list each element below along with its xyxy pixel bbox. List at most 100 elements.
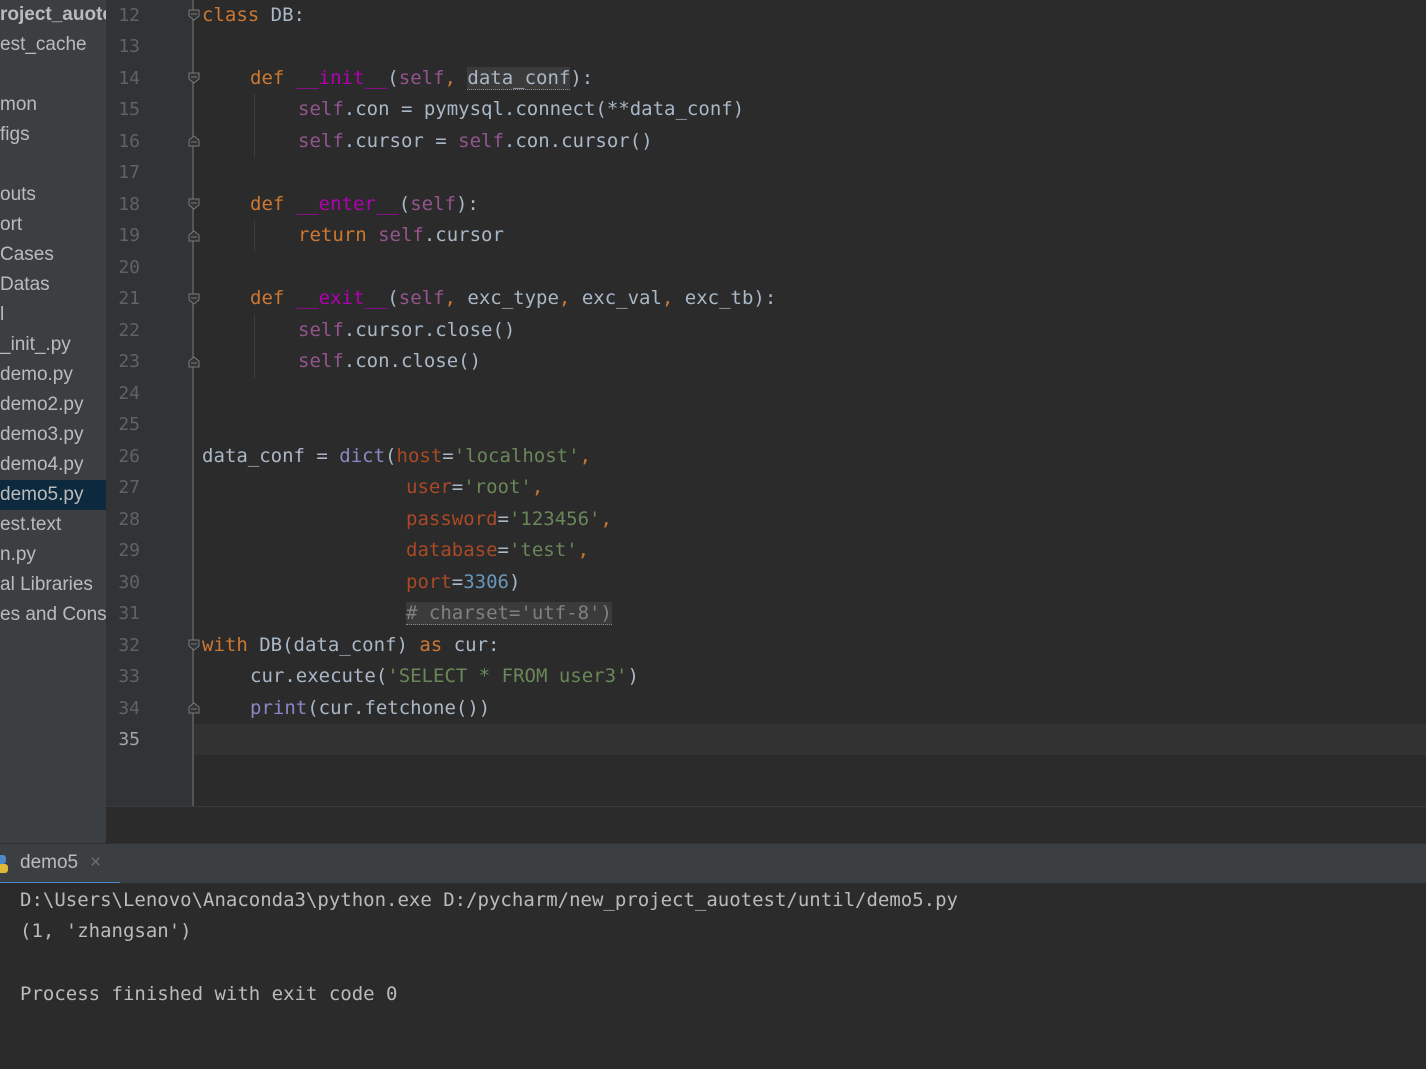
line-number: 18 [118, 194, 140, 215]
code-text: .con.close() [343, 350, 482, 372]
code-text: = [497, 539, 509, 561]
tree-item[interactable]: demo4.py [0, 450, 106, 480]
tree-item[interactable]: demo3.py [0, 420, 106, 450]
indent-guide [254, 94, 255, 157]
code-text: ): [753, 287, 777, 309]
keyword: def [250, 67, 285, 89]
code-line-14: def __init__(self, data_conf): [250, 63, 593, 94]
line-number: 20 [118, 257, 140, 278]
keyword: def [250, 287, 285, 309]
tree-item[interactable]: l [0, 300, 106, 330]
line-number: 31 [118, 603, 140, 624]
self-keyword: self [398, 287, 445, 309]
code-text: = [442, 445, 454, 467]
code-text: , [444, 67, 468, 89]
tree-item[interactable]: est.text [0, 510, 106, 540]
code-text: = [451, 476, 464, 498]
line-number: 27 [118, 477, 140, 498]
code-text: ( [398, 193, 411, 215]
code-text: , [577, 539, 590, 561]
function-name: __exit__ [295, 287, 388, 309]
comment: # charset='utf-8') [406, 602, 612, 625]
self-keyword: self [298, 319, 344, 341]
tree-item[interactable]: ort [0, 210, 106, 240]
tree-item[interactable]: n.py [0, 540, 106, 570]
tree-item-project-root[interactable]: roject_auote [0, 0, 106, 30]
code-editor[interactable]: class DB: def __init__(self, data_conf):… [194, 0, 1426, 806]
number-literal: 3306 [463, 571, 509, 593]
code-line-31: # charset='utf-8') [406, 598, 612, 629]
tree-item[interactable]: demo2.py [0, 390, 106, 420]
code-text: data_conf = [202, 445, 340, 467]
code-text: DB: [259, 4, 305, 26]
code-line-30: port=3306) [406, 567, 520, 598]
keyword-arg: password [406, 508, 498, 530]
line-number: 28 [118, 509, 140, 530]
tree-item[interactable]: est_cache [0, 30, 106, 60]
code-text: ) [508, 571, 521, 593]
code-text: .cursor.close() [343, 319, 516, 341]
code-line-28: password='123456', [406, 504, 612, 535]
highlighted-param: data_conf [467, 67, 571, 90]
string-literal: 'SELECT * FROM user3' [387, 665, 628, 687]
keyword-arg: host [396, 445, 443, 467]
line-number: 30 [118, 572, 140, 593]
line-number: 13 [118, 36, 140, 57]
string-literal: '123456' [508, 508, 601, 530]
code-line-27: user='root', [406, 472, 543, 503]
tree-item[interactable]: figs [0, 120, 106, 150]
code-text: .cursor = [343, 130, 459, 152]
tree-item[interactable]: _init_.py [0, 330, 106, 360]
line-number: 22 [118, 320, 140, 341]
run-tab-label: demo5 [20, 852, 79, 873]
tree-item-selected[interactable]: demo5.py [0, 480, 106, 510]
line-number: 25 [118, 414, 140, 435]
self-keyword: self [458, 130, 504, 152]
run-tab-demo5[interactable]: demo5 × [0, 844, 120, 885]
code-text: ( [387, 287, 399, 309]
line-number: 23 [118, 351, 140, 372]
line-number: 15 [118, 99, 140, 120]
tree-item-external-libraries[interactable]: al Libraries [0, 570, 106, 600]
code-line-19: return self.cursor [298, 220, 504, 251]
code-text: ( [387, 67, 399, 89]
string-literal: 'root' [463, 476, 532, 498]
code-line-26: data_conf = dict(host='localhost', [202, 441, 591, 472]
line-number: 21 [118, 288, 140, 309]
close-icon[interactable]: × [90, 852, 101, 874]
builtin-name: print [250, 697, 308, 719]
tree-item[interactable]: mon [0, 90, 106, 120]
code-line-29: database='test', [406, 535, 589, 566]
code-line-34: print(cur.fetchone()) [250, 693, 490, 724]
python-icon [0, 855, 8, 873]
code-text: ( [385, 445, 397, 467]
run-console[interactable]: D:\Users\Lenovo\Anaconda3\python.exe D:/… [0, 883, 1426, 1069]
code-text: , [444, 287, 468, 309]
console-output-line: Process finished with exit code 0 [20, 983, 398, 1005]
tree-item[interactable]: Cases [0, 240, 106, 270]
function-name: __enter__ [295, 193, 399, 215]
tree-item[interactable]: Datas [0, 270, 106, 300]
code-text: , [579, 445, 592, 467]
keyword: return [298, 224, 367, 246]
string-literal: 'localhost' [453, 445, 580, 467]
code-text: ) [627, 665, 639, 687]
line-number: 24 [118, 383, 140, 404]
tree-item[interactable]: demo.py [0, 360, 106, 390]
line-number: 32 [118, 635, 140, 656]
code-text: cur: [442, 634, 500, 656]
line-number: 14 [118, 68, 140, 89]
keyword: with [202, 634, 248, 656]
tree-item[interactable]: outs [0, 180, 106, 210]
code-text: , [558, 287, 582, 309]
line-number: 17 [118, 162, 140, 183]
code-line-23: self.con.close() [298, 346, 481, 377]
code-text: DB(data_conf) [247, 634, 420, 656]
tree-item-scratches[interactable]: es and Cons [0, 600, 106, 630]
console-output-line: (1, 'zhangsan') [20, 920, 192, 942]
code-text: exc_tb [684, 287, 754, 309]
indent-guide [254, 220, 255, 251]
code-text: .con.cursor() [503, 130, 653, 152]
keyword-arg: database [406, 539, 498, 561]
code-text: , [661, 287, 685, 309]
